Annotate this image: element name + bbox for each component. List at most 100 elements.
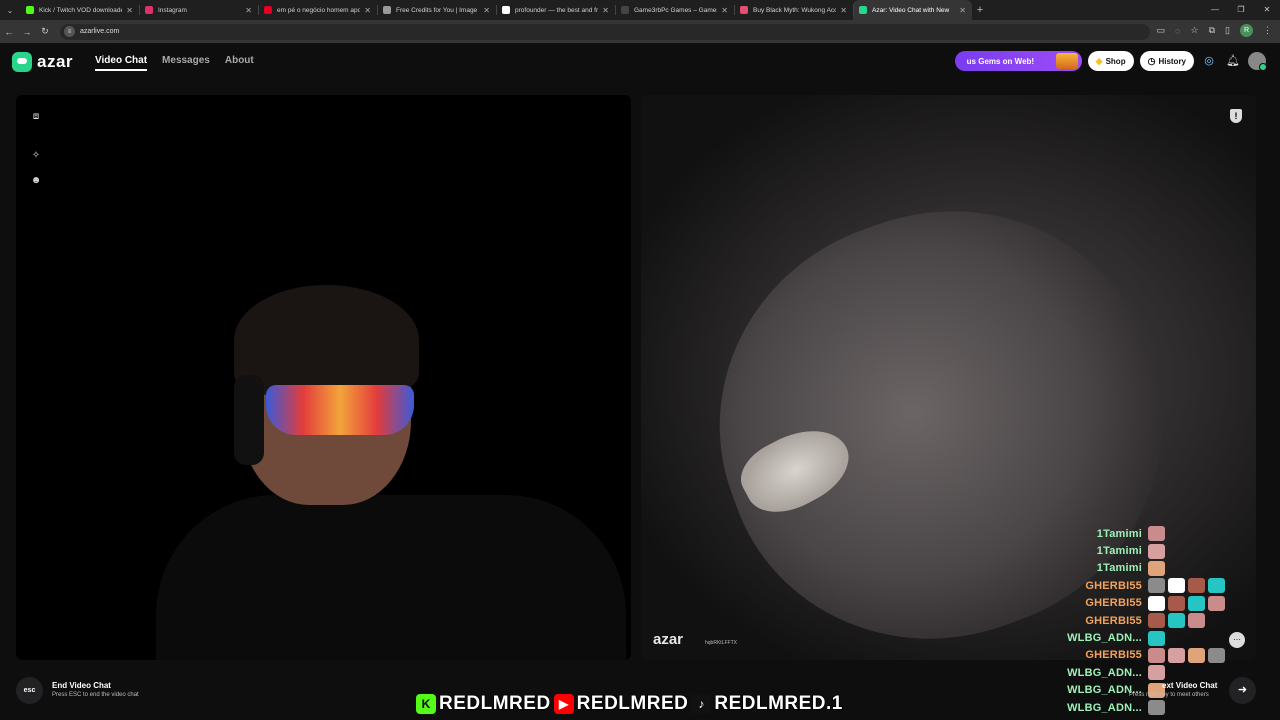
face-filter-icon[interactable]: ☻ <box>30 175 42 187</box>
emote-icon <box>1188 578 1205 594</box>
switch-camera-icon[interactable]: ⧈ <box>30 111 42 123</box>
treasure-chest-icon <box>1055 53 1078 69</box>
close-tab-icon[interactable]: ✕ <box>245 6 252 15</box>
tab-title: Buy Black Myth: Wukong Acco <box>753 6 837 14</box>
chat-message: WLBG_ADN... <box>1040 629 1240 646</box>
chat-emotes <box>1148 526 1165 542</box>
menu-icon[interactable]: ⋮ <box>1263 25 1272 36</box>
history-label: History <box>1158 56 1186 66</box>
chat-username: WLBG_ADN... <box>1067 632 1142 645</box>
emote-icon <box>1188 595 1205 611</box>
gems-promo-text: us Gems on Web! <box>966 56 1035 66</box>
chat-emotes <box>1148 630 1165 646</box>
sunglasses <box>266 385 414 435</box>
azar-logo[interactable]: azar <box>12 52 73 72</box>
close-tab-icon[interactable]: ✕ <box>840 6 847 15</box>
browser-tab[interactable]: Free Credits for You | Image t ✕ <box>377 0 496 20</box>
emote-icon <box>1168 647 1185 663</box>
chat-message: GHERBI55 <box>1040 595 1240 612</box>
emote-icon <box>1148 647 1165 663</box>
tab-title: Instagram <box>158 6 187 14</box>
tab-favicon-icon <box>145 6 153 14</box>
extensions-icon[interactable]: ⧉ <box>1209 25 1215 36</box>
bell-icon[interactable]: 🔔︎ <box>1224 52 1242 70</box>
emote-icon <box>1208 647 1225 663</box>
emote-icon <box>1208 578 1225 594</box>
nav-about[interactable]: About <box>225 55 254 71</box>
close-tab-icon[interactable]: ✕ <box>959 6 966 15</box>
gems-promo-banner[interactable]: us Gems on Web! <box>954 51 1082 71</box>
close-tab-icon[interactable]: ✕ <box>126 6 133 15</box>
close-tab-icon[interactable]: ✕ <box>483 6 490 15</box>
next-chat-hint: Press right key to meet others <box>1129 692 1209 698</box>
chat-username: 1Tamimi <box>1096 562 1142 575</box>
tiktok-icon: ♪ <box>691 694 712 714</box>
emote-icon <box>1148 613 1165 629</box>
tiktok-handle: REDLMRED.1 <box>714 692 844 715</box>
profile-avatar[interactable]: R <box>1240 24 1253 37</box>
watermark-id: hqbRKtLFFTX <box>705 640 737 646</box>
close-tab-icon[interactable]: ✕ <box>602 6 609 15</box>
emote-icon <box>1148 560 1165 576</box>
site-info-icon[interactable]: ≡ <box>64 26 75 37</box>
tab-favicon-icon <box>859 6 867 14</box>
chat-emotes <box>1148 613 1205 629</box>
minimize-icon[interactable]: — <box>1202 0 1228 20</box>
next-chat-title: ext Video Chat <box>1162 681 1218 690</box>
emote-icon <box>1208 595 1225 611</box>
gem-icon: ◆ <box>1095 55 1103 66</box>
nav-messages[interactable]: Messages <box>162 55 210 71</box>
back-icon[interactable]: ← <box>0 27 18 37</box>
emote-icon <box>1148 630 1165 646</box>
chat-username: 1Tamimi <box>1096 527 1142 540</box>
close-window-icon[interactable]: ✕ <box>1254 0 1280 20</box>
eye-off-icon[interactable]: ◌ <box>1175 26 1180 36</box>
tab-favicon-icon <box>740 6 748 14</box>
self-video-hair <box>234 285 419 395</box>
history-button[interactable]: ◷ History <box>1139 51 1194 71</box>
browser-tab[interactable]: Azar: Video Chat with New ✕ <box>853 0 972 20</box>
tab-favicon-icon <box>383 6 391 14</box>
cast-icon[interactable]: ▭ <box>1157 25 1166 36</box>
maximize-icon[interactable]: ❐ <box>1228 0 1254 20</box>
new-tab-icon[interactable]: + <box>972 4 988 16</box>
url-field[interactable]: ≡ azarlive.com <box>60 23 1150 40</box>
browser-tab[interactable]: em pé o negócio homem apon ✕ <box>258 0 377 20</box>
browser-tab[interactable]: Game3rbPc Games – Games O ✕ <box>615 0 734 20</box>
nav-video-chat[interactable]: Video Chat <box>95 55 148 71</box>
chat-message: 1Tamimi <box>1040 542 1240 559</box>
forward-icon[interactable]: → <box>18 27 36 37</box>
browser-tab[interactable]: Instagram ✕ <box>139 0 258 20</box>
header-actions: us Gems on Web! ◆ Shop ◷ History ◎ 🔔︎ <box>954 51 1267 71</box>
sidebar-icon[interactable]: ▯ <box>1225 25 1230 36</box>
next-chat-button[interactable]: ➜ <box>1229 677 1256 704</box>
chat-message: 1Tamimi <box>1040 560 1240 577</box>
shop-button[interactable]: ◆ Shop <box>1087 51 1134 71</box>
chat-emotes <box>1148 647 1225 663</box>
browser-tab[interactable]: Buy Black Myth: Wukong Acco ✕ <box>734 0 853 20</box>
tab-favicon-icon <box>621 6 629 14</box>
emote-icon <box>1188 647 1205 663</box>
tab-title: Kick / Twitch VOD downloader <box>39 6 123 14</box>
emote-icon <box>1148 526 1165 542</box>
browser-tab[interactable]: Kick / Twitch VOD downloader ✕ <box>20 0 139 20</box>
close-tab-icon[interactable]: ✕ <box>364 6 371 15</box>
window-controls: — ❐ ✕ <box>1202 0 1280 20</box>
user-avatar[interactable] <box>1248 52 1267 71</box>
self-video-body <box>156 495 626 660</box>
tab-strip: Kick / Twitch VOD downloader ✕ Instagram ✕ e… <box>20 0 972 20</box>
emote-icon <box>1148 595 1165 611</box>
end-chat-button[interactable]: esc <box>16 677 43 704</box>
reload-icon[interactable]: ↻ <box>36 26 54 37</box>
close-tab-icon[interactable]: ✕ <box>721 6 728 15</box>
chat-bubble-icon[interactable]: ◎ <box>1200 52 1218 70</box>
chat-emotes <box>1148 560 1165 576</box>
report-shield-icon[interactable]: ! <box>1230 109 1242 123</box>
emote-icon <box>1168 613 1185 629</box>
youtube-handle: REDLMRED <box>576 692 689 715</box>
browser-tab[interactable]: profounder — the best and fre ✕ <box>496 0 615 20</box>
azar-watermark: azar <box>653 631 684 648</box>
bookmark-star-icon[interactable]: ☆ <box>1191 25 1199 36</box>
magic-wand-icon[interactable]: ✧ <box>30 150 42 162</box>
tab-search-icon[interactable]: ⌄ <box>0 0 20 20</box>
